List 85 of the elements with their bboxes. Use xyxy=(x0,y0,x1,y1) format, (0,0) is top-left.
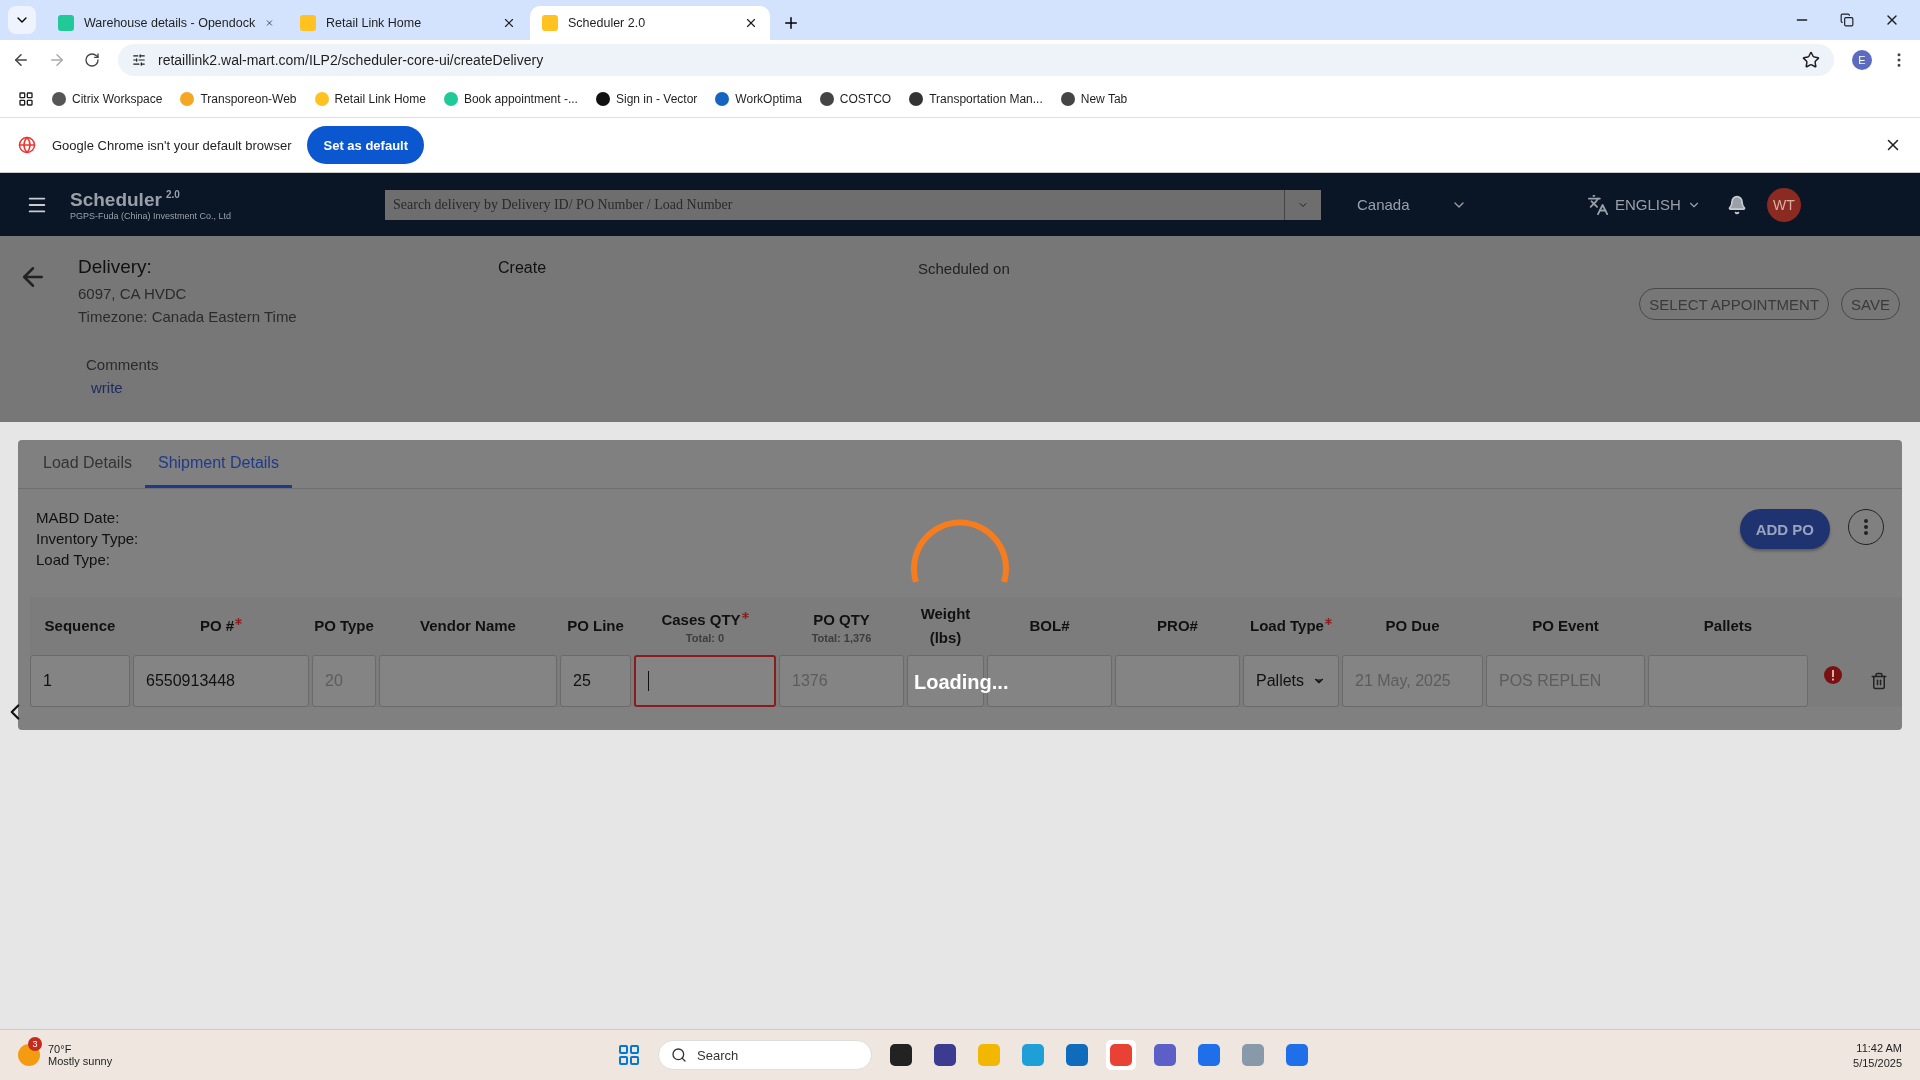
column-header: PO Event xyxy=(1531,616,1600,636)
restore-icon[interactable] xyxy=(1840,13,1854,27)
column-header: PO Line xyxy=(566,616,625,636)
column-header: BOL# xyxy=(1028,616,1071,636)
profile-avatar[interactable]: E xyxy=(1852,50,1872,70)
required-asterisk-icon xyxy=(741,611,749,619)
column-header: Cases QTY Total: 0 xyxy=(634,597,776,655)
favicon-icon xyxy=(542,15,558,31)
address-bar[interactable]: retaillink2.wal-mart.com/ILP2/scheduler-core-ui/createDelivery xyxy=(118,44,1834,76)
info-label: Load Type: xyxy=(36,551,111,568)
comments-label: Comments xyxy=(86,356,160,373)
country-select[interactable]: Canada xyxy=(1357,196,1410,213)
bookmark[interactable]: Book appointment -... xyxy=(443,91,578,106)
column-header: Sequence xyxy=(43,616,117,636)
bookmark[interactable]: Retail Link Home xyxy=(314,91,426,106)
bookmark[interactable]: Sign in - Vector xyxy=(595,91,698,106)
start-icon[interactable] xyxy=(617,1043,641,1067)
browser-logo-icon xyxy=(18,136,36,154)
notification-badge: 3 xyxy=(28,1037,42,1051)
column-header: Vendor Name xyxy=(419,616,517,636)
close-icon[interactable] xyxy=(744,16,758,30)
browser-tab[interactable]: Warehouse details - Opendock xyxy=(46,6,286,40)
clock-time: 11:42 AM xyxy=(1856,1041,1902,1054)
loading-text: Loading... xyxy=(914,671,1009,694)
browser-tab[interactable]: Scheduler 2.0 xyxy=(530,6,770,40)
bookmark[interactable]: COSTCO xyxy=(819,91,892,106)
site-info-icon[interactable] xyxy=(132,53,146,67)
input-field[interactable] xyxy=(1115,655,1240,707)
translate-icon[interactable] xyxy=(1587,193,1609,216)
infobar-message: Google Chrome isn't your default browser xyxy=(52,137,292,153)
input-field[interactable]: 25 xyxy=(560,655,631,707)
favicon-icon xyxy=(58,15,74,31)
more-icon xyxy=(1864,519,1868,535)
delivery-location: 6097, CA HVDC xyxy=(78,284,188,304)
taskbar-search[interactable]: Search xyxy=(658,1040,872,1070)
column-header: Load Type xyxy=(1243,597,1339,655)
company-name: PGPS-Fuda (China) Investment Co., Ltd xyxy=(70,210,233,221)
input-field[interactable] xyxy=(634,655,776,707)
back-icon[interactable] xyxy=(12,51,30,69)
column-header: PO Due xyxy=(1384,616,1441,636)
app-logo: Scheduler $^{2.0}$ xyxy=(70,188,181,211)
input-field[interactable] xyxy=(379,655,557,707)
bookmark[interactable]: Transporeon-Web xyxy=(180,91,297,106)
new-tab-icon[interactable] xyxy=(782,14,800,32)
bookmark[interactable]: WorkOptima xyxy=(715,91,802,106)
weather-text: Mostly sunny xyxy=(48,1055,113,1067)
delivery-status: Create xyxy=(498,259,548,278)
language-select[interactable]: ENGLISH xyxy=(1615,196,1681,213)
info-label: MABD Date: xyxy=(36,509,121,526)
required-asterisk-icon xyxy=(1324,618,1332,625)
column-header: PO Type xyxy=(313,616,375,636)
required-asterisk-icon xyxy=(235,618,243,625)
load-type-select[interactable]: Pallets xyxy=(1243,655,1339,707)
temperature: 70°F xyxy=(48,1043,73,1055)
set-default-button[interactable]: Set as default xyxy=(307,126,424,164)
column-header: Weight (lbs) xyxy=(919,604,972,648)
star-icon[interactable] xyxy=(1802,51,1820,69)
column-header: PO QTY Total: 1,376 xyxy=(810,609,873,646)
input-field[interactable]: 1 xyxy=(30,655,130,707)
tab-list-button[interactable] xyxy=(8,6,36,34)
clock-date: 5/15/2025 xyxy=(1853,1056,1902,1069)
browser-tab[interactable]: Retail Link Home xyxy=(288,6,528,40)
info-label: Inventory Type: xyxy=(36,530,139,547)
column-header: Pallets xyxy=(1702,616,1754,636)
close-icon[interactable] xyxy=(502,16,516,30)
input-field[interactable]: 6550913448 xyxy=(133,655,309,707)
error-icon xyxy=(1823,666,1842,684)
column-header: PRO# xyxy=(1156,616,1199,636)
delivery-title: Delivery: xyxy=(78,256,153,278)
notification-icon[interactable] xyxy=(1726,194,1747,215)
search-icon xyxy=(671,1047,687,1063)
column-header: PO # xyxy=(133,597,309,655)
scheduled-label: Scheduled on xyxy=(918,260,1010,279)
bookmark[interactable]: Citrix Workspace xyxy=(52,91,163,106)
apps-grid-icon[interactable] xyxy=(18,90,34,107)
bookmark[interactable]: Transportation Man... xyxy=(909,91,1043,106)
search-field[interactable]: Search delivery by Delivery ID/ PO Number / Load Number xyxy=(385,189,1284,220)
user-avatar[interactable]: WT xyxy=(1766,187,1801,222)
favicon-icon xyxy=(300,15,316,31)
bookmark[interactable]: New Tab xyxy=(1060,91,1128,106)
input-field[interactable] xyxy=(1648,655,1808,707)
delivery-timezone: Timezone: Canada Eastern Time xyxy=(78,307,298,327)
delete-icon[interactable] xyxy=(1869,672,1888,690)
reload-icon[interactable] xyxy=(84,52,100,68)
add-po-button[interactable]: ADD PO xyxy=(1739,509,1830,549)
